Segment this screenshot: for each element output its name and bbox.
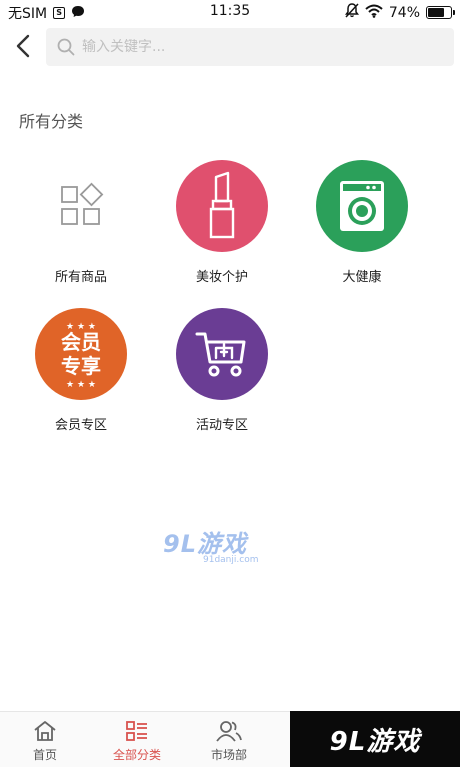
watermark-logo-text: 9L游戏 bbox=[163, 530, 247, 558]
badge-text-top: 会员 bbox=[61, 330, 101, 354]
status-right: 74% bbox=[344, 3, 455, 22]
back-button[interactable] bbox=[8, 30, 38, 62]
search-bar[interactable] bbox=[46, 28, 454, 66]
battery-icon bbox=[426, 6, 455, 19]
home-icon bbox=[34, 721, 56, 741]
search-header bbox=[0, 24, 460, 70]
svg-text:★ ★ ★: ★ ★ ★ bbox=[66, 380, 96, 388]
badge-text-bottom: 专享 bbox=[61, 354, 101, 378]
washing-machine-icon bbox=[316, 160, 408, 252]
category-all-products[interactable]: 所有商品 bbox=[21, 160, 141, 285]
nav-home[interactable]: 首页 bbox=[0, 712, 90, 767]
category-label: 活动专区 bbox=[195, 418, 248, 433]
chevron-left-icon bbox=[16, 34, 30, 58]
category-beauty[interactable]: 美妆个护 bbox=[162, 160, 282, 285]
nav-label: 全部分类 bbox=[112, 748, 161, 762]
section-title: 所有分类 bbox=[19, 112, 84, 131]
watermark-corner-text: 9L游戏 bbox=[329, 726, 421, 757]
svg-text:★ ★ ★: ★ ★ ★ bbox=[66, 322, 96, 330]
grid-icon bbox=[35, 160, 127, 252]
category-health[interactable]: 大健康 bbox=[302, 160, 422, 285]
watermark-corner: 9L游戏 bbox=[290, 711, 460, 767]
nav-label: 首页 bbox=[32, 748, 57, 762]
search-input[interactable] bbox=[82, 39, 422, 55]
nav-all-categories[interactable]: 全部分类 bbox=[92, 712, 182, 767]
search-icon bbox=[56, 37, 76, 57]
category-list-icon bbox=[126, 721, 147, 741]
star-icon: ★ ★ ★ bbox=[66, 380, 96, 388]
category-label: 所有商品 bbox=[54, 270, 107, 285]
watermark-center: 9L游戏 91danji.com bbox=[163, 524, 258, 565]
mute-icon bbox=[344, 3, 359, 22]
category-label: 大健康 bbox=[342, 270, 382, 285]
people-icon bbox=[216, 721, 242, 742]
lipstick-icon bbox=[176, 160, 268, 252]
nav-label: 市场部 bbox=[210, 748, 247, 762]
category-activity-zone[interactable]: 活动专区 bbox=[162, 308, 282, 433]
status-bar: 无SIM S 11:35 74% bbox=[0, 0, 460, 24]
watermark-url: 91danji.com bbox=[203, 555, 259, 565]
member-badge-icon: ★ ★ ★ 会员 专享 ★ ★ ★ bbox=[35, 308, 127, 400]
battery-level bbox=[428, 8, 445, 17]
category-member-zone[interactable]: ★ ★ ★ 会员 专享 ★ ★ ★ 会员专区 bbox=[21, 308, 141, 433]
nav-market[interactable]: 市场部 bbox=[184, 712, 274, 767]
star-icon: ★ ★ ★ bbox=[66, 322, 96, 330]
wifi-icon bbox=[365, 4, 383, 22]
shopping-cart-icon bbox=[176, 308, 268, 400]
battery-percent: 74% bbox=[388, 4, 420, 21]
category-label: 美妆个护 bbox=[195, 270, 248, 285]
category-label: 会员专区 bbox=[54, 418, 107, 433]
